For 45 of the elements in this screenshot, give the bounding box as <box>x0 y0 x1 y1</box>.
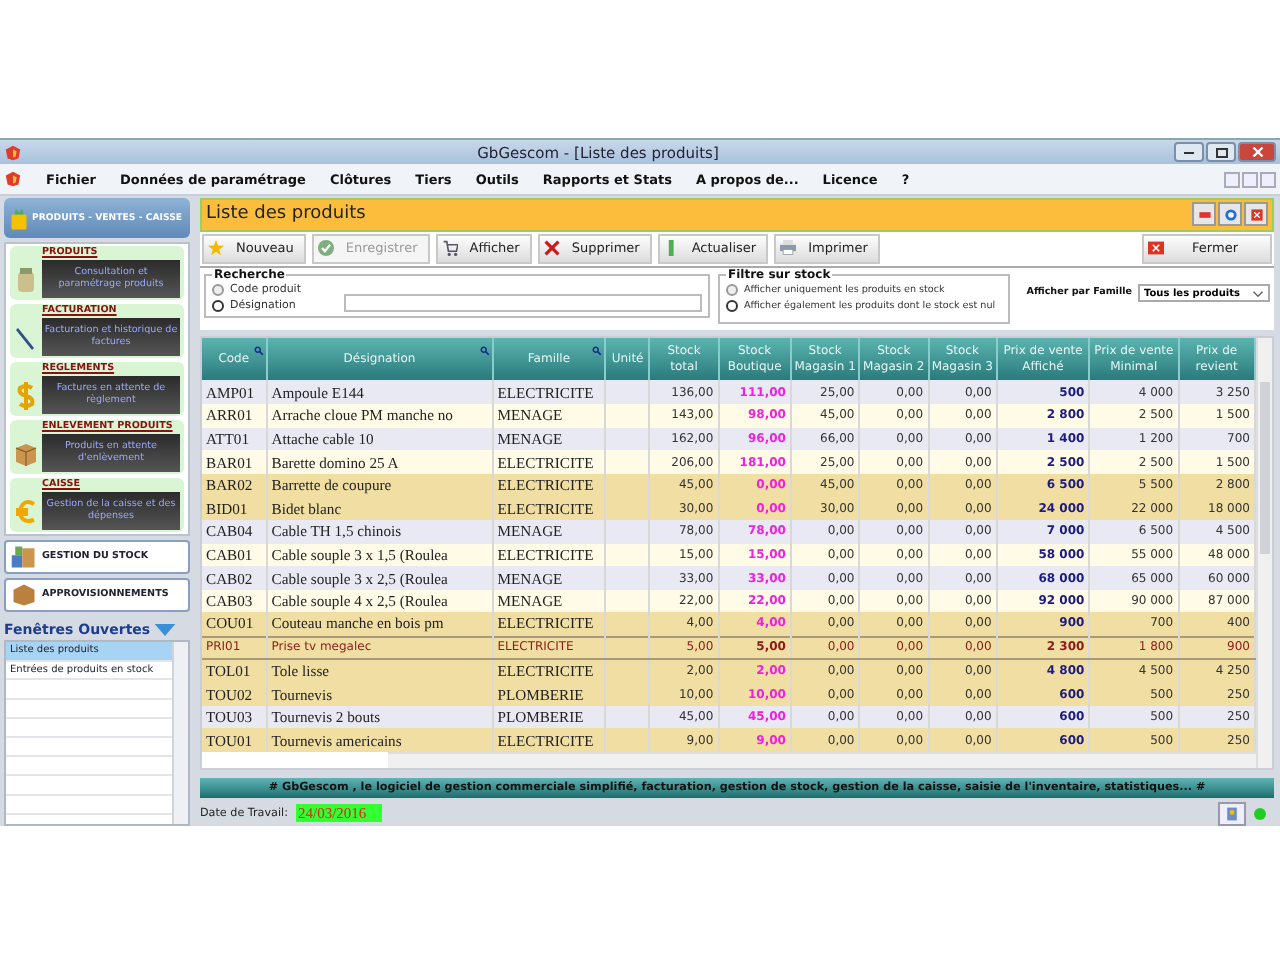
boxes-icon <box>10 544 38 570</box>
box-icon <box>14 439 38 467</box>
jar-icon <box>14 265 38 293</box>
table-cell <box>605 450 650 474</box>
close-icon[interactable] <box>1244 202 1268 227</box>
table-cell <box>605 566 650 590</box>
radio-button[interactable] <box>212 284 224 297</box>
dollar-icon <box>14 381 38 409</box>
app-logo-icon <box>4 143 22 161</box>
pen-icon <box>14 323 38 351</box>
radio-button[interactable] <box>726 284 738 297</box>
refresh-icon[interactable] <box>1218 202 1242 227</box>
cart-icon <box>441 240 458 257</box>
table-cell <box>605 682 650 706</box>
table-cell <box>605 520 650 544</box>
table-cell <box>605 728 650 752</box>
radio-button[interactable] <box>726 300 738 313</box>
box-icon <box>10 582 38 608</box>
table-cell <box>605 496 650 521</box>
radio-button[interactable] <box>212 300 224 313</box>
page-title: Liste des produits <box>206 204 368 225</box>
money-icon[interactable] <box>1218 801 1246 826</box>
table-cell <box>605 380 650 405</box>
close-icon <box>1251 146 1263 158</box>
collapse-triangle-icon[interactable] <box>154 623 177 635</box>
bar-icon <box>663 240 680 257</box>
search-icon[interactable] <box>253 346 264 357</box>
search-icon[interactable] <box>479 346 490 357</box>
bag-icon <box>10 205 28 231</box>
scrollbar[interactable] <box>1256 338 1272 768</box>
search-field[interactable] <box>344 294 702 313</box>
check-icon <box>317 240 334 257</box>
euro-icon <box>14 497 38 525</box>
table-cell <box>605 636 650 660</box>
close-icon <box>1148 240 1165 257</box>
table-cell <box>605 612 650 637</box>
star-icon <box>208 240 224 257</box>
status-dot <box>1254 807 1266 820</box>
printer-icon <box>780 240 797 257</box>
app-logo-icon <box>4 170 22 188</box>
delete-icon <box>543 240 560 257</box>
table-cell <box>605 404 650 428</box>
scrollbar[interactable] <box>172 642 188 824</box>
search-icon[interactable] <box>592 346 603 357</box>
caret-icon <box>1252 289 1264 298</box>
